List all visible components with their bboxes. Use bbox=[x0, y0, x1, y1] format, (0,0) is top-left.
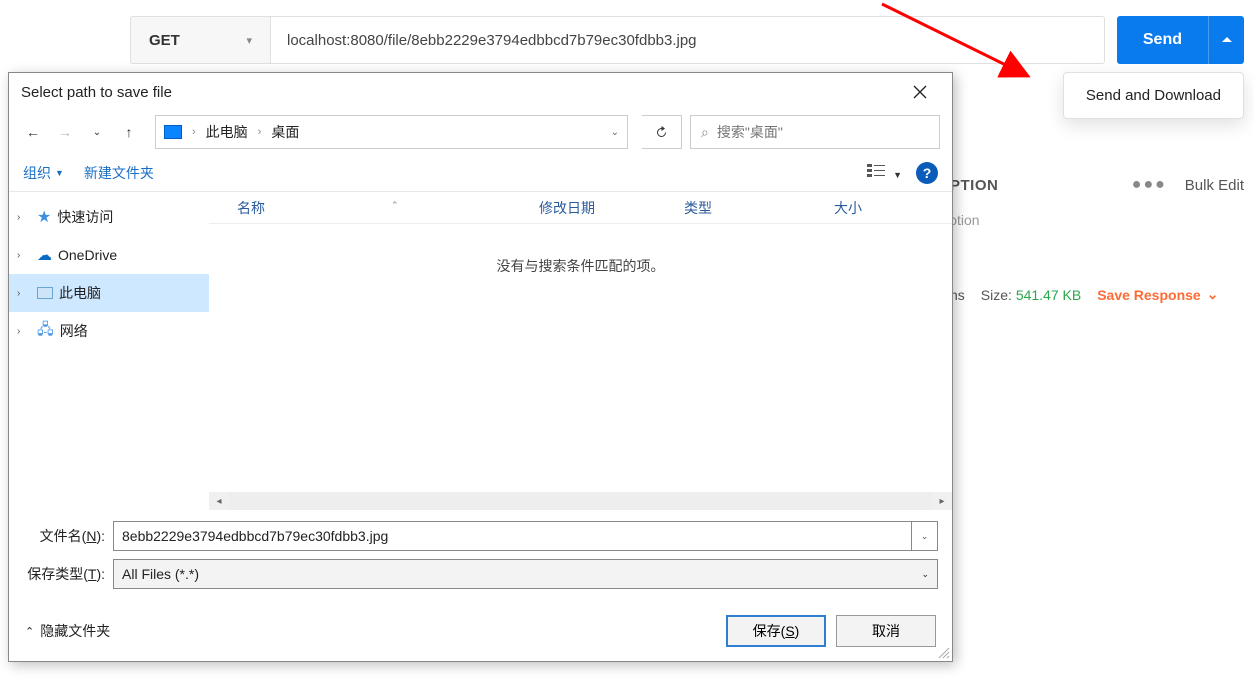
send-dropdown-toggle[interactable] bbox=[1208, 16, 1244, 64]
close-button[interactable] bbox=[900, 77, 940, 107]
organize-menu[interactable]: 组织 ▼ bbox=[23, 163, 64, 183]
search-icon: ⌕ bbox=[701, 124, 709, 141]
send-button[interactable]: Send bbox=[1117, 16, 1208, 64]
sidebar-item-label: 网络 bbox=[60, 321, 88, 341]
column-type[interactable]: 类型 bbox=[674, 198, 824, 218]
empty-message: 没有与搜索条件匹配的项。 bbox=[209, 224, 952, 276]
hide-folders-toggle[interactable]: ⌃ 隐藏文件夹 bbox=[25, 621, 110, 641]
sidebar-item-onedrive[interactable]: › ☁ OneDrive bbox=[9, 236, 209, 274]
filename-fields: 文件名(N): 8ebb2229e3794edbbcd7b79ec30fdbb3… bbox=[9, 511, 952, 601]
sidebar-item-label: 此电脑 bbox=[59, 283, 101, 303]
save-response-button[interactable]: Save Response ⌄ bbox=[1097, 286, 1218, 303]
search-box[interactable]: ⌕ bbox=[690, 115, 940, 149]
send-button-group: Send bbox=[1117, 16, 1244, 64]
pc-icon bbox=[164, 125, 182, 139]
sidebar-item-this-pc[interactable]: › 此电脑 bbox=[9, 274, 209, 312]
chevron-down-icon: ▼ bbox=[55, 168, 64, 178]
new-folder-button[interactable]: 新建文件夹 bbox=[84, 163, 154, 183]
chevron-down-icon: ⌄ bbox=[921, 569, 929, 580]
close-icon bbox=[913, 85, 927, 99]
partial-row: PTION ●●● Bulk Edit bbox=[950, 165, 1244, 205]
sidebar-item-label: 快速访问 bbox=[57, 207, 113, 227]
save-response-label: Save Response bbox=[1097, 287, 1201, 303]
chevron-right-icon: › bbox=[17, 250, 31, 261]
chevron-up-icon bbox=[1222, 36, 1232, 44]
column-headers: 名称⌃ 修改日期 类型 大小 bbox=[209, 192, 952, 224]
scroll-left-icon[interactable]: ◂ bbox=[209, 492, 229, 510]
scroll-track[interactable] bbox=[229, 492, 932, 510]
response-meta-row: ns Size: 541.47 KB Save Response ⌄ bbox=[950, 286, 1244, 303]
size-block: Size: 541.47 KB bbox=[981, 287, 1081, 303]
column-modified[interactable]: 修改日期 bbox=[529, 198, 674, 218]
breadcrumb-leaf[interactable]: 桌面 bbox=[271, 122, 299, 142]
resize-grip-icon bbox=[936, 645, 950, 659]
pc-icon bbox=[37, 287, 53, 299]
column-size[interactable]: 大小 bbox=[824, 198, 914, 218]
save-button[interactable]: 保存(S) bbox=[726, 615, 826, 647]
nav-up-button[interactable]: ↑ bbox=[117, 118, 141, 146]
cancel-button[interactable]: 取消 bbox=[836, 615, 936, 647]
scroll-right-icon[interactable]: ▸ bbox=[932, 492, 952, 510]
chevron-up-icon: ⌃ bbox=[25, 625, 34, 638]
size-value: 541.47 KB bbox=[1016, 287, 1081, 303]
save-file-dialog: Select path to save file ← → ⌄ ↑ › 此电脑 ›… bbox=[8, 72, 953, 662]
chevron-right-icon: › bbox=[17, 288, 31, 299]
view-mode-button[interactable]: ▼ bbox=[867, 164, 902, 181]
option-fragment: ɔtion bbox=[950, 212, 980, 228]
sidebar-item-label: OneDrive bbox=[58, 247, 117, 263]
chevron-down-icon: ▼ bbox=[893, 170, 902, 180]
size-label: Size: bbox=[981, 287, 1012, 303]
file-list: 名称⌃ 修改日期 类型 大小 没有与搜索条件匹配的项。 ◂ ▸ bbox=[209, 192, 952, 511]
horizontal-scrollbar[interactable]: ◂ ▸ bbox=[209, 491, 952, 511]
filetype-select[interactable]: All Files (*.*) ⌄ bbox=[113, 559, 938, 589]
sidebar: › ★ 快速访问 › ☁ OneDrive › 此电脑 › 🖧 网络 bbox=[9, 192, 209, 511]
dialog-actions: ⌃ 隐藏文件夹 保存(S) 取消 bbox=[9, 601, 952, 661]
chevron-down-icon[interactable]: ⌄ bbox=[611, 127, 619, 138]
cloud-icon: ☁ bbox=[37, 246, 52, 264]
chevron-right-icon: › bbox=[17, 212, 31, 223]
help-button[interactable]: ? bbox=[916, 162, 938, 184]
refresh-button[interactable] bbox=[642, 115, 682, 149]
nav-forward-button[interactable]: → bbox=[53, 118, 77, 146]
network-icon: 🖧 bbox=[37, 319, 54, 344]
chevron-right-icon: › bbox=[258, 126, 262, 138]
resize-grip[interactable] bbox=[936, 645, 950, 659]
http-method-label: GET bbox=[149, 32, 180, 49]
list-view-icon bbox=[867, 164, 885, 178]
sidebar-item-network[interactable]: › 🖧 网络 bbox=[9, 312, 209, 350]
star-icon: ★ bbox=[37, 207, 51, 227]
url-input[interactable]: localhost:8080/file/8ebb2229e3794edbbcd7… bbox=[270, 16, 1105, 64]
more-icon[interactable]: ●●● bbox=[1132, 176, 1167, 194]
sort-indicator-icon: ⌃ bbox=[391, 200, 399, 211]
filename-label: 文件名(N): bbox=[23, 526, 113, 546]
search-input[interactable] bbox=[717, 124, 929, 140]
sidebar-item-quick-access[interactable]: › ★ 快速访问 bbox=[9, 198, 209, 236]
dialog-nav-row: ← → ⌄ ↑ › 此电脑 › 桌面 ⌄ ⌕ bbox=[9, 111, 952, 153]
bulk-edit-link[interactable]: Bulk Edit bbox=[1185, 177, 1244, 194]
send-and-download-item[interactable]: Send and Download bbox=[1086, 87, 1221, 104]
nav-back-button[interactable]: ← bbox=[21, 118, 45, 146]
dialog-toolbar: 组织 ▼ 新建文件夹 ▼ ? bbox=[9, 153, 952, 191]
http-method-select[interactable]: GET ▾ bbox=[130, 16, 270, 64]
send-dropdown-menu: Send and Download bbox=[1063, 72, 1244, 119]
refresh-icon bbox=[654, 125, 669, 140]
dialog-title: Select path to save file bbox=[21, 84, 172, 101]
description-fragment: PTION bbox=[950, 177, 998, 194]
dialog-titlebar: Select path to save file bbox=[9, 73, 952, 111]
breadcrumb-bar[interactable]: › 此电脑 › 桌面 ⌄ bbox=[155, 115, 628, 149]
chevron-right-icon: › bbox=[192, 126, 196, 138]
column-name[interactable]: 名称⌃ bbox=[209, 198, 529, 218]
filetype-label: 保存类型(T): bbox=[23, 564, 113, 584]
filename-history-dropdown[interactable]: ⌄ bbox=[912, 521, 938, 551]
url-text: localhost:8080/file/8ebb2229e3794edbbcd7… bbox=[287, 32, 697, 49]
nav-history-dropdown[interactable]: ⌄ bbox=[85, 118, 109, 146]
request-bar: GET ▾ localhost:8080/file/8ebb2229e3794e… bbox=[130, 16, 1244, 64]
chevron-down-icon: ⌄ bbox=[1207, 286, 1219, 303]
chevron-down-icon: ▾ bbox=[246, 34, 252, 47]
filename-input[interactable]: 8ebb2229e3794edbbcd7b79ec30fdbb3.jpg bbox=[113, 521, 912, 551]
breadcrumb-root[interactable]: 此电脑 bbox=[206, 122, 248, 142]
chevron-right-icon: › bbox=[17, 326, 31, 337]
